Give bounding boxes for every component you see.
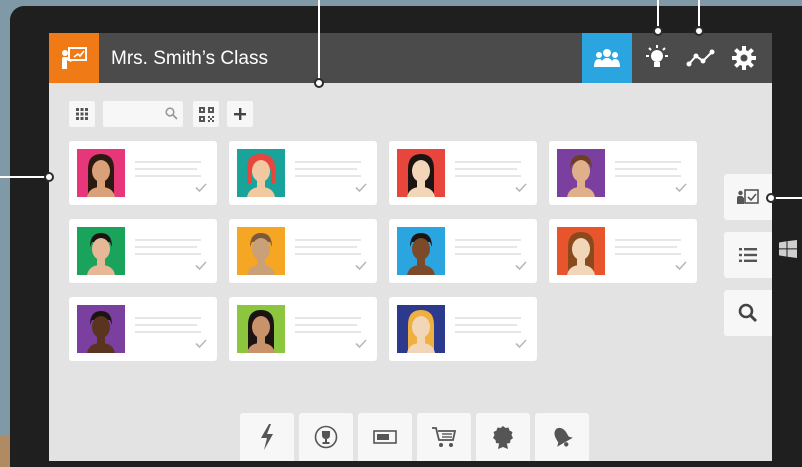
avatar [557,227,605,275]
app-screen: Mrs. Smith’s Class [49,33,772,461]
callout-dot [314,78,324,88]
list-icon[interactable] [724,232,772,278]
placeholder-line [455,324,517,326]
checkmark-icon[interactable] [355,179,367,197]
placeholder-line [295,331,361,333]
placeholder-line [455,246,517,248]
avatar [77,227,125,275]
lightbulb-icon[interactable] [632,33,682,83]
checkmark-icon[interactable] [515,257,527,275]
class-group-icon[interactable] [582,33,632,83]
placeholder-line [455,175,521,177]
student-card[interactable] [229,219,377,283]
avatar [237,149,285,197]
placeholder-line [135,324,197,326]
windows-logo-icon[interactable] [779,240,797,263]
avatar [77,149,125,197]
checkmark-icon[interactable] [515,179,527,197]
placeholder-line [135,175,201,177]
checkmark-icon[interactable] [675,179,687,197]
student-card[interactable] [69,219,217,283]
checkmark-icon[interactable] [355,257,367,275]
placeholder-line [455,253,521,255]
placeholder-line [295,253,361,255]
gear-icon[interactable] [719,33,769,83]
avatar [397,305,445,353]
callout-line [0,176,50,178]
timer-bar-icon[interactable] [358,413,412,461]
callout-dot [694,26,704,36]
placeholder-line [135,161,201,163]
page-title: Mrs. Smith’s Class [111,48,268,69]
callout-dot [653,26,663,36]
teacher-board-icon[interactable] [49,33,99,83]
placeholder-line [295,239,361,241]
callout-line [318,0,320,82]
placeholder-line [615,246,677,248]
placeholder-line [135,331,201,333]
checkmark-icon[interactable] [195,257,207,275]
placeholder-line [615,253,681,255]
placeholder-line [295,317,361,319]
avatar [77,305,125,353]
avatar [557,149,605,197]
placeholder-line [135,246,197,248]
checkmark-icon[interactable] [515,335,527,353]
placeholder-line [615,175,681,177]
placeholder-line [295,168,357,170]
placeholder-line [455,331,521,333]
avatar [397,149,445,197]
student-card[interactable] [549,219,697,283]
student-card[interactable] [229,141,377,205]
search-icon[interactable] [165,107,178,125]
student-card[interactable] [549,141,697,205]
cart-icon[interactable] [417,413,471,461]
avatar [397,227,445,275]
lightning-icon[interactable] [240,413,294,461]
student-card[interactable] [389,219,537,283]
placeholder-line [295,175,361,177]
placeholder-line [295,324,357,326]
qr-code-icon[interactable] [193,101,219,127]
trophy-icon[interactable] [299,413,353,461]
badge-icon[interactable] [476,413,530,461]
student-card[interactable] [229,297,377,361]
placeholder-line [615,168,677,170]
placeholder-line [455,161,521,163]
checkmark-icon[interactable] [195,335,207,353]
checkmark-icon[interactable] [675,257,687,275]
callout-dot [766,193,776,203]
avatar [237,227,285,275]
placeholder-line [135,239,201,241]
placeholder-line [455,317,521,319]
placeholder-line [615,161,681,163]
callout-dot [44,172,54,182]
placeholder-line [455,168,517,170]
student-card[interactable] [69,297,217,361]
placeholder-line [295,246,357,248]
student-card[interactable] [69,141,217,205]
checkmark-icon[interactable] [195,179,207,197]
bell-icon[interactable] [535,413,589,461]
plus-icon[interactable] [227,101,253,127]
student-card[interactable] [389,141,537,205]
student-card[interactable] [389,297,537,361]
placeholder-line [135,168,197,170]
app-header: Mrs. Smith’s Class [49,33,772,83]
placeholder-line [295,161,361,163]
placeholder-line [455,239,521,241]
clipboard-check-icon[interactable] [724,174,772,220]
search-icon[interactable] [724,290,772,336]
avatar [237,305,285,353]
grid-view-icon[interactable] [69,101,95,127]
placeholder-line [135,317,201,319]
placeholder-line [135,253,201,255]
checkmark-icon[interactable] [355,335,367,353]
placeholder-line [615,239,681,241]
